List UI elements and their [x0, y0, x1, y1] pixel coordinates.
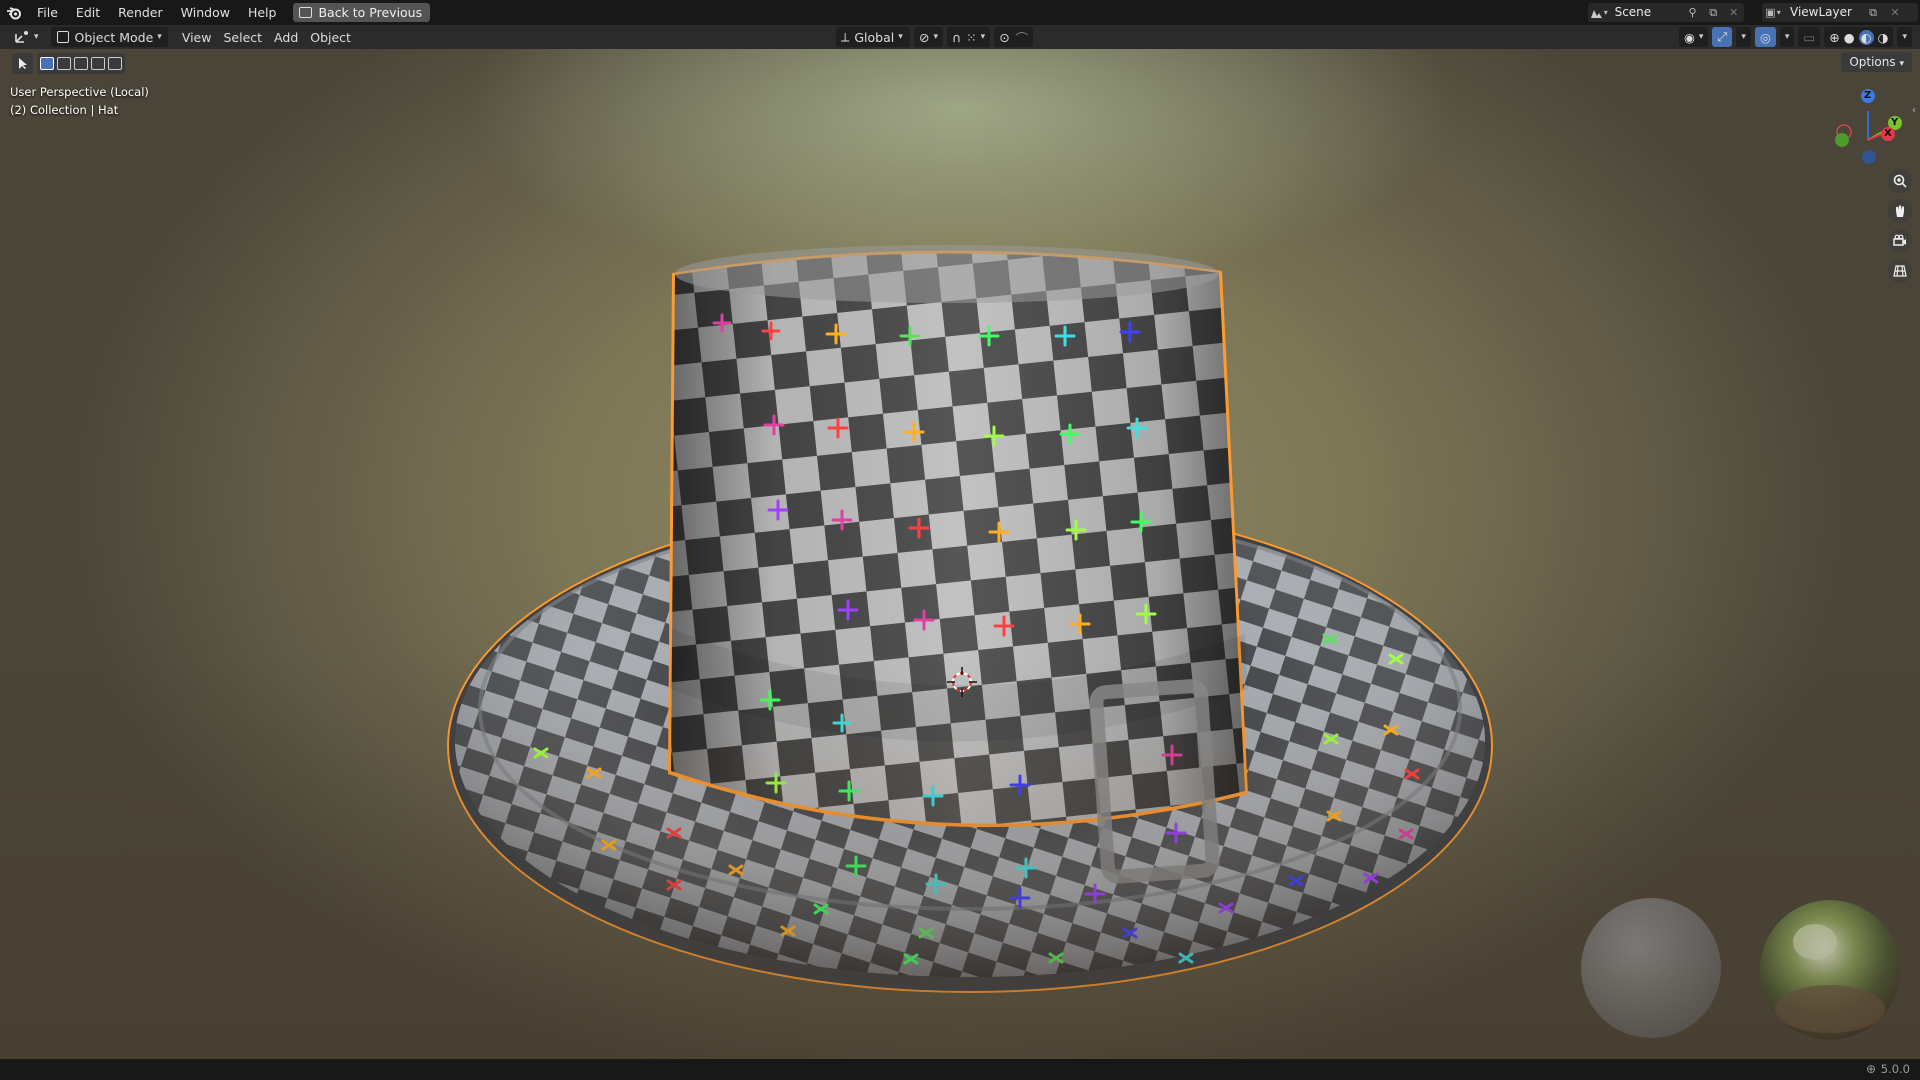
select-intersect-icon[interactable] — [108, 57, 122, 70]
view-layer-name-field[interactable]: ViewLayer — [1784, 3, 1862, 22]
matcap-sphere — [1581, 898, 1721, 1038]
network-icon: ⊕ — [1865, 1062, 1876, 1076]
object-mode-label: Object Mode — [74, 29, 154, 45]
tool-settings — [12, 53, 125, 74]
pin-icon[interactable]: ⚲ — [1682, 3, 1703, 22]
viewport-header: ▾ Object Mode ▾ View Select Add Object ⟂… — [0, 25, 1920, 49]
screen-icon — [299, 7, 313, 18]
back-to-previous-button[interactable]: Back to Previous — [293, 3, 431, 22]
scene-icon[interactable]: ▾ — [1588, 3, 1609, 22]
magnet-icon: ∩ — [952, 29, 962, 45]
menu-view[interactable]: View — [176, 27, 218, 47]
snap-grid-icon: ⁙ — [966, 29, 977, 45]
falloff-icon: ⌒ — [1015, 30, 1029, 46]
select-new-icon[interactable] — [40, 57, 54, 70]
shading-dropdown[interactable]: ▾ — [1897, 27, 1912, 47]
menu-select[interactable]: Select — [217, 27, 268, 47]
wireframe-shading-icon[interactable]: ⊕ — [1829, 30, 1839, 45]
menu-render[interactable]: Render — [109, 0, 172, 25]
menu-add[interactable]: Add — [268, 27, 304, 47]
xray-icon: ▭ — [1803, 29, 1816, 45]
zoom-icon[interactable] — [1888, 169, 1912, 193]
delete-scene-icon[interactable]: ✕ — [1723, 3, 1744, 22]
pivot-icon: ⊘ — [919, 29, 930, 45]
xray-toggle[interactable]: ▭ — [1798, 27, 1821, 47]
top-menu-bar: File Edit Render Window Help Back to Pre… — [0, 0, 1920, 25]
version-label: 5.0.0 — [1880, 1062, 1910, 1076]
options-dropdown[interactable]: Options ▾ — [1841, 52, 1912, 72]
pan-hand-icon[interactable] — [1888, 199, 1912, 223]
menu-object[interactable]: Object — [304, 27, 357, 47]
select-extend-icon[interactable] — [57, 57, 71, 70]
scene-name-field[interactable]: Scene — [1609, 3, 1683, 22]
menu-edit[interactable]: Edit — [67, 0, 109, 25]
pivot-point-select[interactable]: ⊘ ▾ — [914, 27, 944, 47]
visibility-select[interactable]: ◉ ▾ — [1678, 27, 1709, 47]
material-preview-shading-icon[interactable]: ◐ — [1858, 29, 1874, 45]
menu-window[interactable]: Window — [172, 0, 239, 25]
shading-modes: ⊕ ● ◐ ◑ — [1824, 27, 1894, 47]
new-scene-icon[interactable]: ⧉ — [1703, 3, 1724, 22]
back-to-previous-label: Back to Previous — [318, 5, 423, 20]
object-mode-icon — [56, 31, 69, 43]
editor-type-button[interactable]: ▾ — [8, 27, 45, 47]
gizmo-y-label: Y — [1891, 117, 1899, 128]
status-bar: ⊕ 5.0.0 — [0, 1059, 1920, 1080]
perspective-label: User Perspective (Local) — [10, 85, 149, 99]
blender-logo-icon[interactable] — [0, 0, 28, 25]
overlays-dropdown[interactable]: ▾ — [1779, 27, 1795, 47]
transform-orientation-select[interactable]: ⟂ Global ▾ — [836, 27, 910, 47]
orientation-icon: ⟂ — [841, 29, 850, 44]
view-layer-selector[interactable]: ▣ ▾ ViewLayer ⧉ ✕ — [1762, 3, 1918, 22]
menu-help[interactable]: Help — [239, 0, 286, 25]
collection-label: (2) Collection | Hat — [10, 103, 119, 117]
gizmo-icon: ⤢ — [1717, 29, 1728, 44]
solid-shading-icon[interactable]: ● — [1844, 30, 1855, 45]
transform-orientation-label: Global — [854, 29, 895, 45]
hat-render — [447, 89, 1902, 1040]
scene-selector[interactable]: ▾ Scene ⚲ ⧉ ✕ — [1588, 3, 1744, 22]
gizmo-x-label: X — [1884, 128, 1892, 139]
camera-view-icon[interactable] — [1888, 229, 1912, 253]
new-view-layer-icon[interactable]: ⧉ — [1862, 3, 1884, 22]
select-subtract-icon[interactable] — [74, 57, 88, 70]
view-layer-icon[interactable]: ▣ ▾ — [1762, 3, 1784, 22]
transform-tools: ⟂ Global ▾ ⊘ ▾ ∩ ⁙ ▾ ⊙ ⌒ — [836, 27, 1034, 47]
overlays-toggle[interactable]: ◎ — [1754, 27, 1776, 47]
perspective-ortho-toggle-icon[interactable] — [1888, 259, 1912, 283]
delete-view-layer-icon[interactable]: ✕ — [1884, 3, 1906, 22]
menu-file[interactable]: File — [28, 0, 67, 25]
options-label: Options — [1849, 55, 1896, 69]
selection-mode-group — [37, 53, 125, 74]
3d-viewport[interactable]: Z Y X Options ▾ User Perspective (Local)… — [0, 49, 1920, 1059]
select-tool-button[interactable] — [12, 53, 33, 74]
gizmo-toggle[interactable]: ⤢ — [1712, 27, 1733, 47]
select-invert-icon[interactable] — [91, 57, 105, 70]
proportional-editing-toggle[interactable]: ⊙ ⌒ — [994, 27, 1034, 47]
overlays-icon: ◎ — [1759, 29, 1771, 45]
object-mode-select[interactable]: Object Mode ▾ — [50, 27, 168, 47]
sidebar-toggle-icon[interactable]: ‹ — [1912, 103, 1920, 119]
snap-toggle[interactable]: ∩ ⁙ ▾ — [947, 27, 991, 47]
gizmo-dropdown[interactable]: ▾ — [1736, 27, 1751, 47]
gizmo-z-label: Z — [1864, 90, 1872, 101]
eye-icon: ◉ — [1683, 29, 1695, 45]
rendered-shading-icon[interactable]: ◑ — [1878, 30, 1889, 45]
viewport-display-tools: ◉ ▾ ⤢ ▾ ◎ ▾ ▭ ⊕ ● ◐ ◑ ▾ — [1678, 27, 1912, 47]
proportional-icon: ⊙ — [999, 29, 1010, 45]
navigation-buttons — [1888, 169, 1912, 283]
